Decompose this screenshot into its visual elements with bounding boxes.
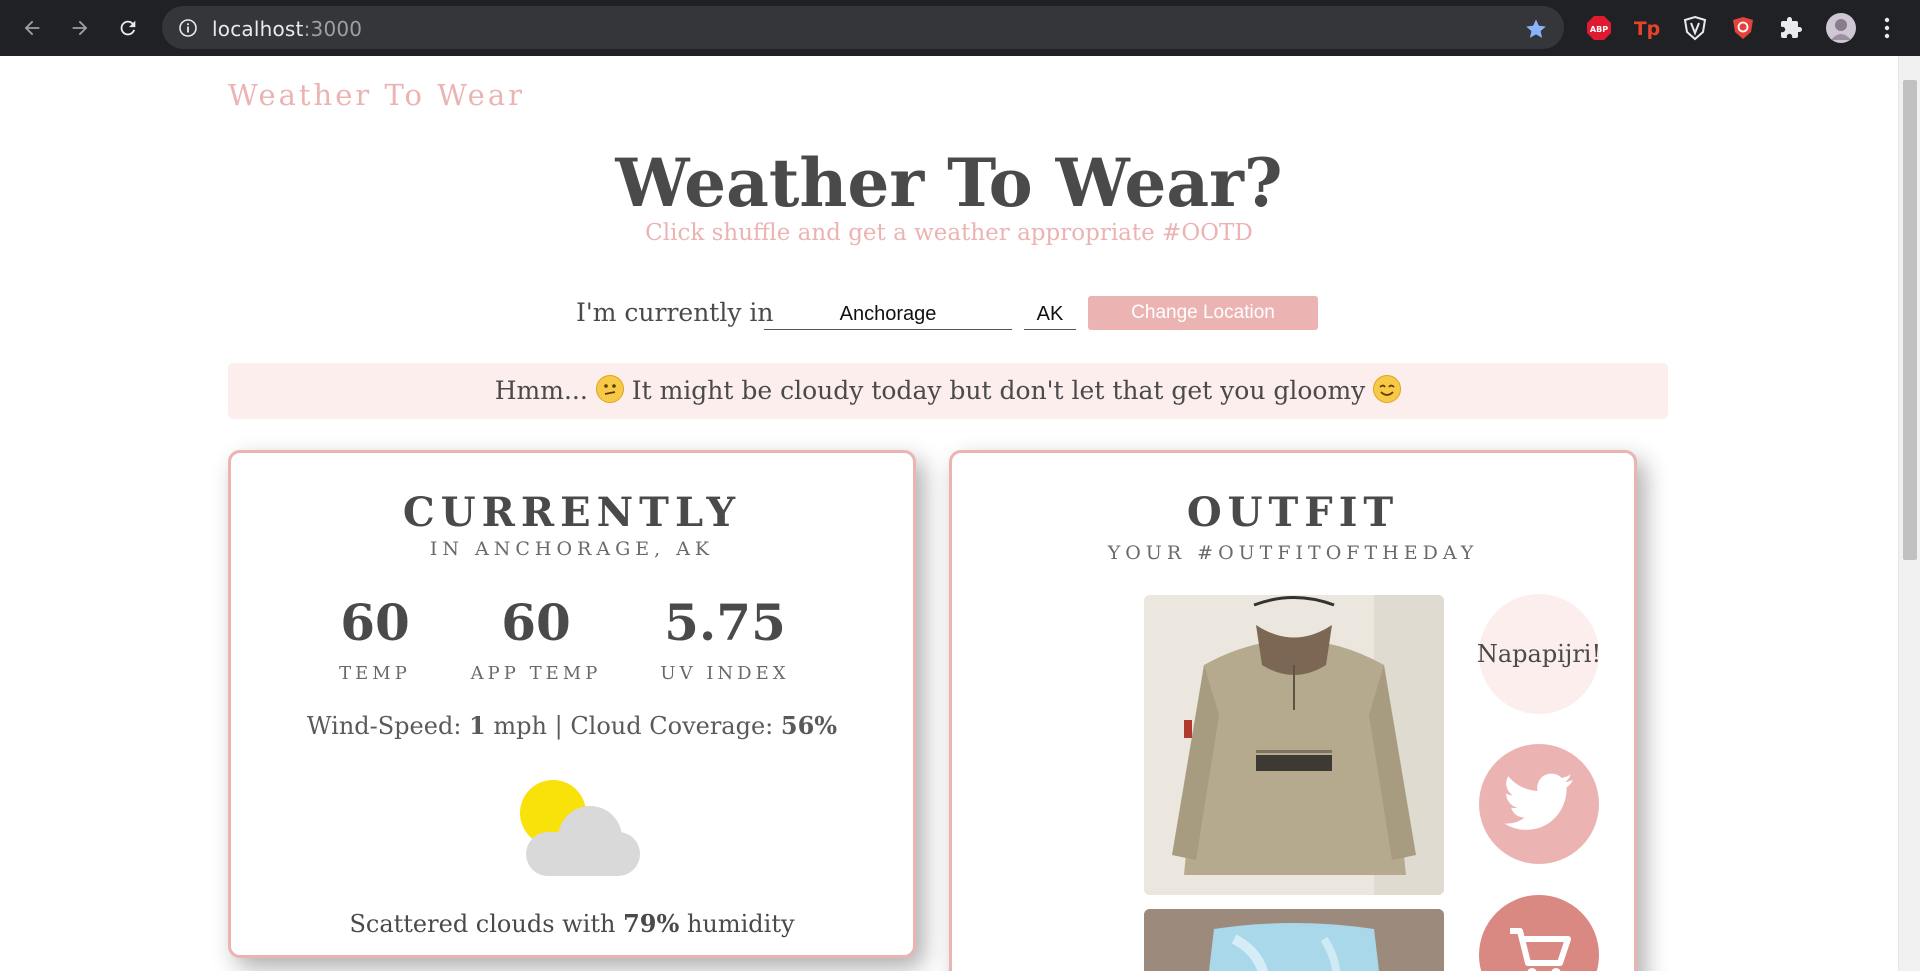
forward-arrow-icon[interactable] bbox=[64, 12, 96, 44]
app-temp-value: 60 bbox=[501, 593, 571, 652]
outfit-card: OUTFIT YOUR #OUTFITOFTHEDAY Napapijri! bbox=[949, 450, 1637, 971]
location-label: I'm currently in bbox=[576, 298, 774, 327]
wind-speed-value: 1 bbox=[469, 711, 486, 740]
outfit-card-title: OUTFIT bbox=[1186, 489, 1400, 536]
back-arrow-icon[interactable] bbox=[16, 12, 48, 44]
scrollbar-thumb[interactable] bbox=[1903, 80, 1917, 560]
shop-outfit-button[interactable] bbox=[1479, 895, 1599, 971]
svg-text:Tp: Tp bbox=[1634, 18, 1660, 40]
page-title: Weather To Wear? bbox=[615, 144, 1283, 222]
partly-cloudy-icon bbox=[520, 780, 640, 880]
svg-text:ABP: ABP bbox=[1590, 25, 1608, 34]
shield-extension-icon[interactable] bbox=[1680, 13, 1710, 43]
outfit-brand-label: Napapijri! bbox=[1476, 640, 1602, 668]
wind-cloud-line: Wind-Speed: 1 mph | Cloud Coverage: 56% bbox=[306, 711, 838, 740]
humidity-value: 79% bbox=[623, 909, 680, 938]
url-text: localhost:3000 bbox=[212, 17, 363, 41]
smiling-face-icon bbox=[1373, 375, 1402, 403]
adblock-extension-icon[interactable]: ABP bbox=[1584, 13, 1614, 43]
browser-toolbar: localhost:3000 ABP Tp bbox=[0, 0, 1920, 56]
jacket-photo[interactable] bbox=[1144, 595, 1444, 895]
page: Weather To Wear Weather To Wear? Click s… bbox=[0, 56, 1898, 971]
page-subtitle: Click shuffle and get a weather appropri… bbox=[645, 220, 1253, 246]
weather-message-banner: Hmm... It might be cloudy today but don'… bbox=[228, 363, 1668, 419]
twitter-share-button[interactable] bbox=[1479, 744, 1599, 864]
shorts-photo[interactable] bbox=[1144, 909, 1444, 971]
weather-description: Scattered clouds with 79% humidity bbox=[349, 909, 795, 938]
bookmark-star-icon[interactable] bbox=[1524, 17, 1548, 45]
banner-text-start: Hmm... bbox=[494, 376, 588, 405]
site-info-icon[interactable] bbox=[178, 18, 198, 42]
page-scrollbar[interactable] bbox=[1898, 56, 1920, 971]
reload-icon[interactable] bbox=[112, 12, 144, 44]
temp-label: TEMP bbox=[339, 663, 411, 684]
outfit-brand-bubble[interactable]: Napapijri! bbox=[1476, 594, 1602, 714]
profile-avatar[interactable] bbox=[1824, 11, 1858, 45]
outfit-card-subtitle: YOUR #OUTFITOFTHEDAY bbox=[1107, 542, 1479, 564]
weather-card-subtitle: IN ANCHORAGE, AK bbox=[429, 538, 715, 560]
extensions-puzzle-icon[interactable] bbox=[1776, 13, 1806, 43]
address-bar[interactable]: localhost:3000 bbox=[162, 6, 1564, 49]
uv-index-value: 5.75 bbox=[664, 593, 786, 652]
app-temp-stat: 60 APP TEMP bbox=[446, 593, 626, 684]
cart-icon bbox=[1506, 925, 1572, 971]
temp-value: 60 bbox=[340, 593, 410, 652]
uv-index-stat: 5.75 UV INDEX bbox=[635, 593, 815, 684]
current-weather-card: CURRENTLY IN ANCHORAGE, AK 60 TEMP 60 AP… bbox=[228, 450, 916, 958]
change-location-button[interactable]: Change Location bbox=[1088, 296, 1318, 330]
browser-menu-icon[interactable] bbox=[1872, 13, 1902, 43]
twitter-icon bbox=[1504, 773, 1574, 835]
state-input[interactable] bbox=[1024, 300, 1076, 330]
brand-link[interactable]: Weather To Wear bbox=[228, 78, 525, 112]
banner-text-end: It might be cloudy today but don't let t… bbox=[631, 376, 1366, 405]
privacy-badge-extension-icon[interactable] bbox=[1728, 13, 1758, 43]
weather-card-title: CURRENTLY bbox=[402, 489, 742, 536]
uv-index-label: UV INDEX bbox=[660, 663, 790, 684]
app-temp-label: APP TEMP bbox=[470, 663, 602, 684]
city-input[interactable] bbox=[764, 300, 1012, 330]
temp-stat: 60 TEMP bbox=[285, 593, 465, 684]
thinking-face-icon bbox=[595, 375, 624, 403]
tp-extension-icon[interactable]: Tp bbox=[1632, 13, 1662, 43]
cloud-coverage-value: 56% bbox=[780, 711, 838, 740]
